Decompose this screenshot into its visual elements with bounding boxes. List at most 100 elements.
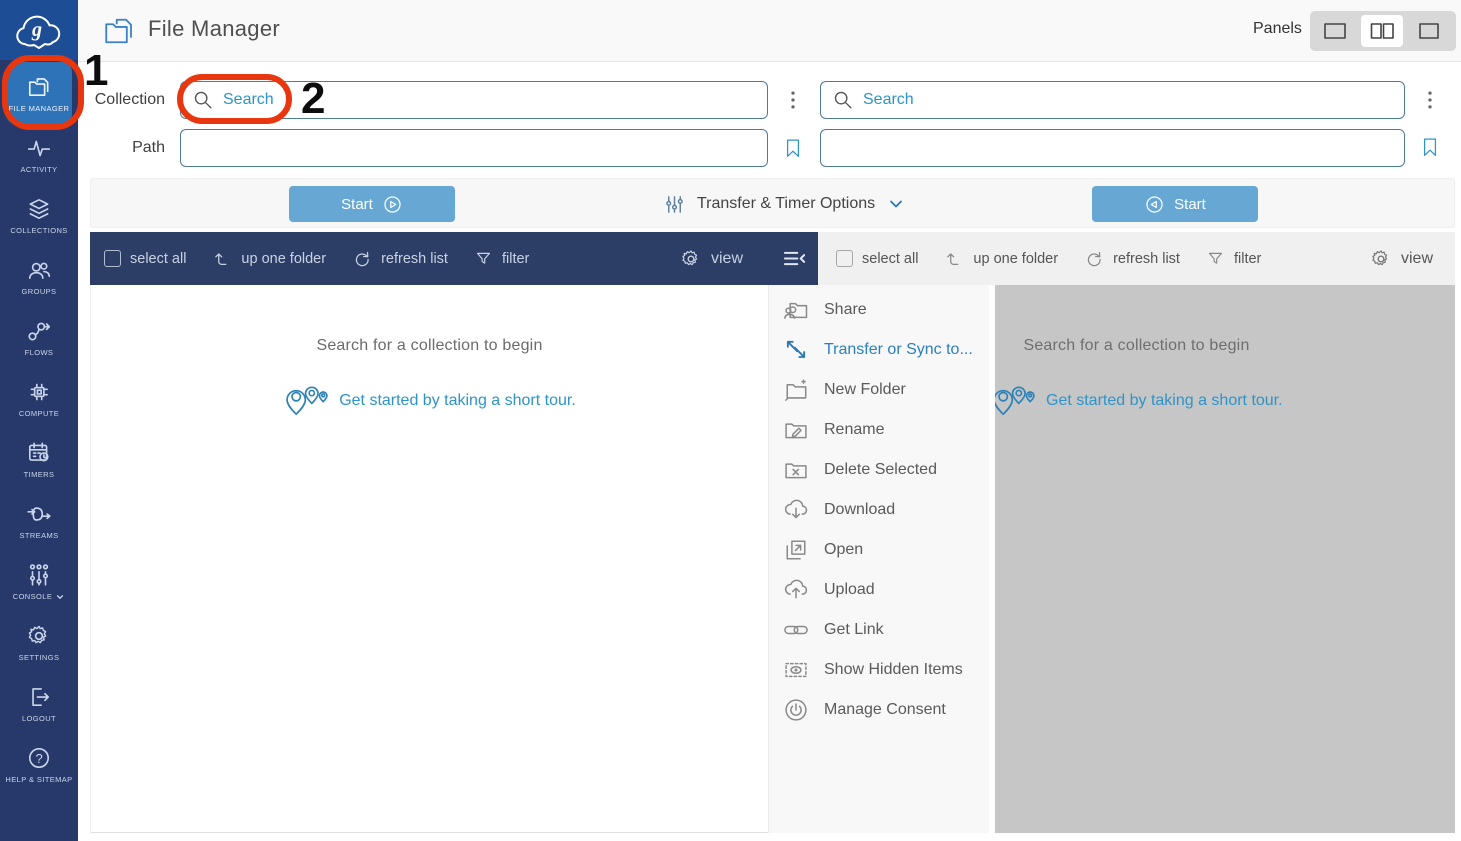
collection-search-input-left[interactable] <box>180 81 768 119</box>
path-input-right[interactable] <box>820 129 1405 167</box>
console-icon <box>26 562 52 588</box>
collection-search-input-right[interactable] <box>820 81 1405 119</box>
panel-layout-switcher <box>1310 11 1456 51</box>
sidebar-item-help-sitemap[interactable]: ? HELP & SITEMAP <box>0 734 78 795</box>
flows-icon <box>26 318 52 344</box>
transfer-timer-options-label: Transfer & Timer Options <box>697 195 875 213</box>
menu-item-label: Delete Selected <box>824 461 937 479</box>
menu-item-get-link[interactable]: Get Link <box>769 610 989 650</box>
select-all-checkbox[interactable] <box>104 250 121 267</box>
filter-left[interactable]: filter <box>474 249 529 268</box>
sidebar-item-console[interactable]: CONSOLE <box>0 551 78 612</box>
sidebar-item-collections[interactable]: COLLECTIONS <box>0 185 78 246</box>
select-all-checkbox[interactable] <box>836 250 853 267</box>
panel-layout-dual-button[interactable] <box>1361 15 1403 47</box>
sidebar-item-file-manager[interactable]: FILE MANAGER <box>6 62 72 124</box>
sidebar-item-logout[interactable]: LOGOUT <box>0 673 78 734</box>
view-label: view <box>1401 250 1433 268</box>
download-cloud-icon <box>782 496 810 524</box>
gear-icon <box>680 248 702 270</box>
up-one-folder-icon <box>212 249 232 269</box>
filter-icon <box>474 249 493 268</box>
sidebar-item-settings[interactable]: SETTINGS <box>0 612 78 673</box>
up-one-folder-right[interactable]: up one folder <box>944 249 1058 269</box>
menu-item-delete-selected[interactable]: Delete Selected <box>769 450 989 490</box>
menu-item-manage-consent[interactable]: Manage Consent <box>769 690 989 730</box>
timers-icon <box>26 440 52 466</box>
menu-item-download[interactable]: Download <box>769 490 989 530</box>
menu-item-open[interactable]: Open <box>769 530 989 570</box>
search-icon <box>832 89 854 111</box>
sidebar: g FILE MANAGER ACTIVITY COLLECTIONS GROU… <box>0 0 78 841</box>
select-all-left[interactable]: select all <box>104 250 186 267</box>
delete-icon <box>782 456 810 484</box>
view-options-right[interactable]: view <box>1370 248 1433 270</box>
sidebar-item-label: LOGOUT <box>22 714 56 723</box>
transfer-arrows-icon <box>782 336 810 364</box>
gear-icon <box>26 623 52 649</box>
sidebar-nav: FILE MANAGER ACTIVITY COLLECTIONS GROUPS… <box>0 62 78 795</box>
collection-menu-kebab-right[interactable] <box>1419 86 1441 114</box>
kebab-icon <box>782 86 804 114</box>
path-input-left[interactable] <box>180 129 768 167</box>
tour-link[interactable]: Get started by taking a short tour. <box>339 392 576 410</box>
filter-right[interactable]: filter <box>1206 249 1261 268</box>
filter-icon <box>1206 249 1225 268</box>
panel-layout-third-button[interactable] <box>1408 15 1450 47</box>
menu-item-label: New Folder <box>824 381 906 399</box>
menu-item-rename[interactable]: Rename <box>769 410 989 450</box>
streams-icon <box>26 501 52 527</box>
filter-label: filter <box>1234 251 1261 267</box>
sidebar-item-label: STREAMS <box>19 531 58 540</box>
select-all-label: select all <box>130 251 186 267</box>
menu-item-share[interactable]: Share <box>769 290 989 330</box>
file-manager-icon <box>26 74 52 100</box>
sidebar-item-compute[interactable]: COMPUTE <box>0 368 78 429</box>
sidebar-item-streams[interactable]: STREAMS <box>0 490 78 551</box>
menu-item-label: Manage Consent <box>824 701 946 719</box>
collection-label: Collection <box>70 81 165 119</box>
start-transfer-right-button[interactable]: Start <box>1092 186 1258 222</box>
refresh-list-right[interactable]: refresh list <box>1084 249 1180 269</box>
sidebar-item-groups[interactable]: GROUPS <box>0 246 78 307</box>
collections-icon <box>26 196 52 222</box>
app-header: File Manager Panels <box>78 0 1461 62</box>
sidebar-item-label: HELP & SITEMAP <box>5 775 72 784</box>
select-all-right[interactable]: select all <box>836 250 918 267</box>
start-transfer-left-button[interactable]: Start <box>289 186 455 222</box>
panel-menu-toggle[interactable] <box>781 245 808 272</box>
chevron-down-icon <box>886 194 906 214</box>
refresh-list-left[interactable]: refresh list <box>352 249 448 269</box>
bookmark-icon-right[interactable] <box>1420 130 1440 164</box>
sidebar-item-activity[interactable]: ACTIVITY <box>0 124 78 185</box>
panel-layout-single-button[interactable] <box>1314 15 1356 47</box>
activity-icon <box>26 135 52 161</box>
menu-item-label: Get Link <box>824 621 884 639</box>
file-command-menu: Share Transfer or Sync to... New Folder … <box>768 285 995 833</box>
menu-item-new-folder[interactable]: New Folder <box>769 370 989 410</box>
compute-icon <box>26 379 52 405</box>
up-one-folder-left[interactable]: up one folder <box>212 249 326 269</box>
menu-item-label: Show Hidden Items <box>824 661 963 679</box>
tour-link[interactable]: Get started by taking a short tour. <box>1046 392 1283 410</box>
menu-item-show-hidden-items[interactable]: Show Hidden Items <box>769 650 989 690</box>
app-root: g FILE MANAGER ACTIVITY COLLECTIONS GROU… <box>0 0 1461 841</box>
groups-icon <box>26 257 52 283</box>
globus-logo[interactable]: g <box>0 0 78 60</box>
refresh-icon <box>352 249 372 269</box>
help-glyph: ? <box>36 751 43 766</box>
sidebar-item-timers[interactable]: TIMERS <box>0 429 78 490</box>
power-icon <box>782 696 810 724</box>
menu-item-upload[interactable]: Upload <box>769 570 989 610</box>
play-left-icon <box>1144 194 1165 215</box>
bookmark-icon-left[interactable] <box>783 131 803 165</box>
bookmark-icon <box>1420 130 1440 164</box>
upload-cloud-icon <box>782 576 810 604</box>
view-options-left[interactable]: view <box>680 248 743 270</box>
bookmark-icon <box>783 131 803 165</box>
transfer-timer-options-toggle[interactable]: Transfer & Timer Options <box>663 179 906 229</box>
menu-item-transfer-or-sync[interactable]: Transfer or Sync to... <box>769 330 989 370</box>
sidebar-item-flows[interactable]: FLOWS <box>0 307 78 368</box>
eye-icon <box>782 656 810 684</box>
collection-menu-kebab-left[interactable] <box>782 86 804 114</box>
